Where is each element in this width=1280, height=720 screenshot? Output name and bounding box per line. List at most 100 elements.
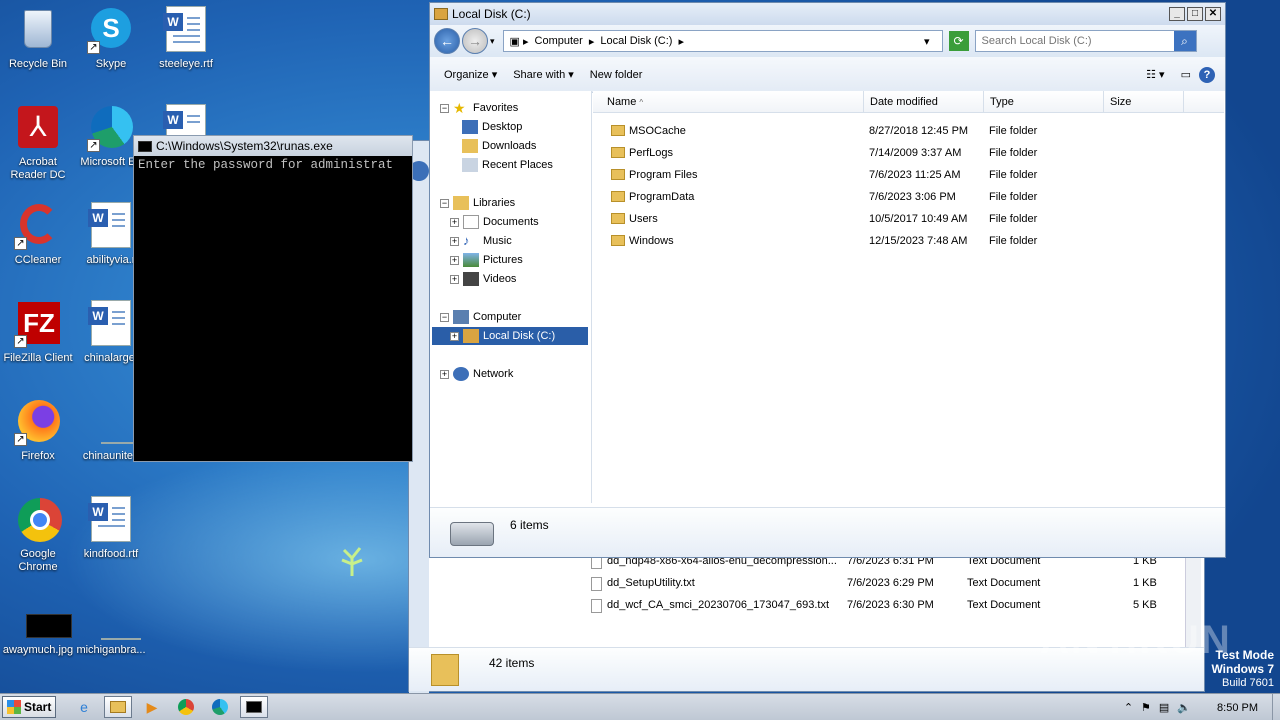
volume-icon[interactable]: 🔈 — [1177, 701, 1191, 714]
view-options-icon[interactable]: ☷ ▾ — [1138, 68, 1172, 81]
file-name: PerfLogs — [629, 147, 674, 159]
bg-file-row[interactable]: dd_SetupUtility.txt 7/6/2023 6:29 PM Tex… — [591, 573, 1204, 595]
organize-menu[interactable]: Organize ▾ — [436, 68, 505, 81]
desktop-icon-ccleaner[interactable]: ↗ CCleaner — [0, 202, 76, 267]
tree-label: Libraries — [473, 197, 516, 209]
blank-file-icon — [87, 604, 141, 640]
start-button[interactable]: Start — [2, 696, 56, 718]
explorer-taskbar-icon[interactable] — [104, 696, 132, 718]
tree-item-pictures[interactable]: + Pictures — [450, 251, 523, 269]
computer-icon: ▣ ▸ — [509, 35, 529, 48]
firefox-icon: ↗ — [14, 398, 62, 446]
tree-item-favorites[interactable]: − ★ Favorites — [440, 99, 518, 117]
chevron-right-icon[interactable]: ▸ — [678, 35, 684, 48]
file-row[interactable]: Windows 12/15/2023 7:48 AM File folder — [593, 231, 1225, 253]
command-bar: Organize ▾ Share with ▾ New folder ☷ ▾ ▭… — [430, 57, 1225, 93]
file-row[interactable]: Users 10/5/2017 10:49 AM File folder — [593, 209, 1225, 231]
share-with-menu[interactable]: Share with ▾ — [505, 68, 582, 81]
chevron-right-icon[interactable]: ▸ — [589, 35, 595, 48]
maximize-button[interactable]: □ — [1187, 7, 1203, 21]
desktop-icon-label: Skype — [95, 58, 127, 70]
file-row[interactable]: PerfLogs 7/14/2009 3:37 AM File folder — [593, 143, 1225, 165]
breadcrumb[interactable]: ▣ ▸ Computer ▸ Local Disk (C:) ▸ ▾ — [502, 30, 943, 52]
column-header-name[interactable]: Name ^ — [593, 91, 864, 113]
console-titlebar[interactable]: C:\Windows\System32\runas.exe — [134, 136, 412, 156]
internet-explorer-icon[interactable]: e — [70, 696, 98, 718]
column-header-type[interactable]: Type — [984, 91, 1104, 113]
tree-item-recent-places[interactable]: Recent Places — [462, 156, 553, 174]
word-document-icon: W — [87, 202, 135, 250]
console-taskbar-icon[interactable] — [240, 696, 268, 718]
media-player-icon[interactable]: ▶ — [138, 696, 166, 718]
word-document-icon: W — [87, 300, 135, 348]
tree-label: Videos — [483, 273, 517, 285]
file-type: File folder — [989, 191, 1038, 203]
explorer-titlebar[interactable]: Local Disk (C:) _ □ ✕ — [430, 3, 1225, 25]
bg-file-row[interactable]: dd_wcf_CA_smci_20230706_173047_693.txt 7… — [591, 595, 1204, 617]
desktop-icon-filezilla[interactable]: FZ ↗ FileZilla Client — [0, 300, 76, 365]
preview-pane-icon[interactable]: ▭ — [1173, 68, 1199, 81]
word-document-icon: W — [162, 6, 210, 54]
desktop-icon-firefox[interactable]: ↗ Firefox — [0, 398, 76, 463]
file-type: File folder — [989, 147, 1038, 159]
desktop-icon-skype[interactable]: S ↗ Skype — [73, 6, 149, 71]
show-desktop-button[interactable] — [1272, 694, 1280, 720]
desktop-icon-recycle-bin[interactable]: Recycle Bin — [0, 6, 76, 71]
desktop-icon-chrome[interactable]: Google Chrome — [0, 496, 76, 574]
breadcrumb-computer[interactable]: Computer — [535, 35, 583, 47]
desktop-icon-acrobat[interactable]: ⅄ Acrobat Reader DC — [0, 104, 76, 182]
tree-item-documents[interactable]: + Documents — [450, 213, 539, 231]
desktop-icon-steeleye[interactable]: W steeleye.rtf — [148, 6, 224, 71]
console-window[interactable]: C:\Windows\System32\runas.exe Enter the … — [133, 135, 413, 462]
file-type: File folder — [989, 213, 1038, 225]
forward-button[interactable]: → — [462, 28, 488, 54]
desktop-icon-kindfood[interactable]: W kindfood.rtf — [73, 496, 149, 561]
network-tray-icon[interactable]: ▤ — [1159, 701, 1169, 714]
close-button[interactable]: ✕ — [1205, 7, 1221, 21]
bg-file-type: Text Document — [967, 577, 1041, 589]
show-hidden-icons-icon[interactable]: ⌃ — [1124, 701, 1133, 714]
column-header-size[interactable]: Size — [1104, 91, 1184, 113]
search-box[interactable]: ⌕ — [974, 30, 1197, 52]
address-dropdown-icon[interactable]: ▾ — [924, 35, 930, 48]
tree-item-videos[interactable]: + Videos — [450, 270, 516, 288]
desktop-icon-awaymuch[interactable]: awaymuch.jpg — [0, 604, 76, 657]
folder-icon — [611, 235, 625, 246]
edge-icon: ↗ — [87, 104, 135, 152]
breadcrumb-local-disk[interactable]: Local Disk (C:) — [600, 35, 672, 47]
desktop-icon-label: FileZilla Client — [3, 352, 73, 364]
tree-item-desktop[interactable]: Desktop — [462, 118, 522, 136]
desktop-icon-michiganbra[interactable]: michiganbra... — [73, 604, 149, 657]
file-row[interactable]: MSOCache 8/27/2018 12:45 PM File folder — [593, 121, 1225, 143]
file-date: 10/5/2017 10:49 AM — [869, 213, 968, 225]
file-name: MSOCache — [629, 125, 686, 137]
recent-pages-chevron-icon[interactable]: ▾ — [490, 36, 495, 47]
tree-item-downloads[interactable]: Downloads — [462, 137, 536, 155]
file-row[interactable]: ProgramData 7/6/2023 3:06 PM File folder — [593, 187, 1225, 209]
blank-file-icon — [87, 398, 137, 446]
clock[interactable]: 8:50 PM — [1217, 702, 1258, 714]
search-input[interactable] — [975, 35, 1174, 47]
search-icon[interactable]: ⌕ — [1173, 31, 1196, 51]
tree-item-music[interactable]: + ♪ Music — [450, 232, 512, 250]
edge-taskbar-icon[interactable] — [206, 696, 234, 718]
minimize-button[interactable]: _ — [1169, 7, 1185, 21]
desktop-icon-label: awaymuch.jpg — [2, 644, 74, 656]
file-name: ProgramData — [629, 191, 695, 203]
tree-item-local-disk[interactable]: + Local Disk (C:) — [432, 327, 588, 345]
console-output[interactable]: Enter the password for administrat — [134, 156, 412, 174]
new-folder-button[interactable]: New folder — [582, 69, 651, 81]
tree-item-computer[interactable]: − Computer — [440, 308, 521, 326]
tree-item-libraries[interactable]: − Libraries — [440, 194, 515, 212]
refresh-button[interactable]: ⟳ — [948, 31, 969, 51]
chrome-taskbar-icon[interactable] — [172, 696, 200, 718]
help-icon[interactable]: ? — [1199, 66, 1215, 83]
file-row[interactable]: Program Files 7/6/2023 11:25 AM File fol… — [593, 165, 1225, 187]
libraries-icon — [453, 196, 469, 210]
back-button[interactable]: ← — [434, 28, 460, 54]
explorer-window[interactable]: Local Disk (C:) _ □ ✕ ← → ▾ ▣ ▸ Computer… — [429, 2, 1226, 558]
flag-icon[interactable]: ⚑ — [1141, 701, 1151, 714]
folder-icon — [611, 191, 625, 202]
column-header-date[interactable]: Date modified — [864, 91, 984, 113]
tree-item-network[interactable]: + Network — [440, 365, 513, 383]
